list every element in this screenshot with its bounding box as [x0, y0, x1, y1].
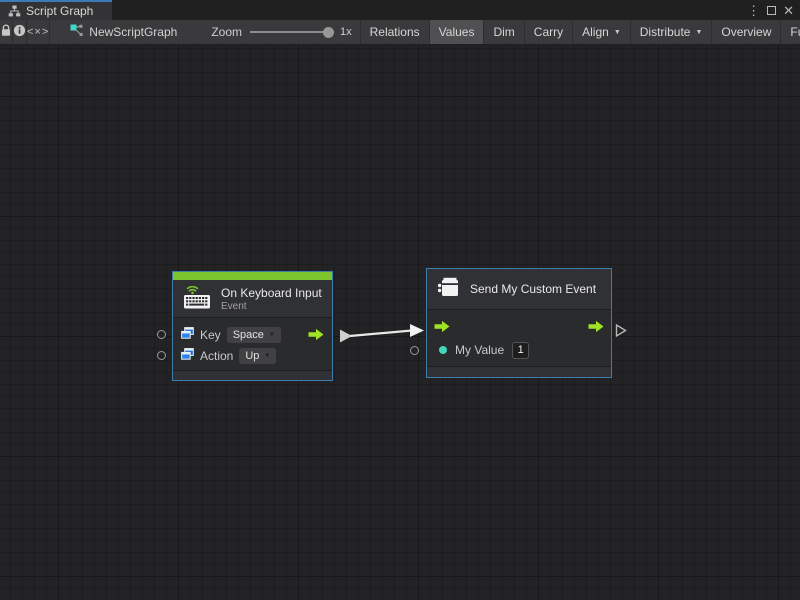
- node-send-my-custom-event[interactable]: Send My Custom Event My Value 1: [426, 268, 612, 378]
- script-graph-window: Script Graph ⋮ ✕: [0, 0, 800, 600]
- zoom-value: 1x: [340, 26, 352, 38]
- close-icon[interactable]: ✕: [783, 4, 794, 17]
- chevron-down-icon: ▼: [695, 29, 702, 36]
- toolbar-button-values[interactable]: Values: [430, 20, 485, 44]
- port-label: Key: [200, 328, 221, 342]
- code-view-button[interactable]: <×>: [27, 20, 50, 44]
- toolbar-buttons: Relations Values Dim Carry Align ▼ Distr…: [360, 20, 800, 44]
- flow-connection-wire: [0, 45, 800, 600]
- zoom-label: Zoom: [211, 25, 242, 39]
- chevron-down-icon: ▼: [264, 353, 270, 359]
- window-controls: ⋮ ✕: [747, 0, 800, 20]
- tab-title: Script Graph: [26, 4, 93, 18]
- graph-name-label: NewScriptGraph: [89, 25, 177, 39]
- menu-icon[interactable]: ⋮: [747, 4, 760, 17]
- node-on-keyboard-input[interactable]: On Keyboard Input Event Key: [172, 271, 333, 381]
- object-type-icon: [181, 348, 194, 363]
- port-row-action: Action Up ▼: [173, 345, 332, 366]
- node-footer: [173, 370, 332, 380]
- input-port-circle-key[interactable]: [157, 330, 166, 339]
- graph-toolbar: <×> NewScriptGraph Zoom 1x Relations: [0, 20, 800, 45]
- node-header[interactable]: On Keyboard Input Event: [173, 280, 332, 318]
- tab-bar: Script Graph ⋮ ✕: [0, 0, 800, 20]
- dropdown-value: Up: [245, 350, 259, 362]
- graph-canvas[interactable]: On Keyboard Input Event Key: [0, 45, 800, 600]
- chevron-down-icon: ▼: [269, 332, 275, 338]
- zoom-slider-handle[interactable]: [323, 27, 334, 38]
- toolbar-button-dim[interactable]: Dim: [484, 20, 524, 44]
- zoom-slider[interactable]: [250, 26, 334, 38]
- graph-hierarchy-icon: [8, 5, 21, 17]
- toolbar-button-relations[interactable]: Relations: [361, 20, 430, 44]
- input-port-circle-action[interactable]: [157, 351, 166, 360]
- toolbar-button-label: Align: [582, 25, 609, 39]
- script-graph-asset-icon: [70, 24, 83, 40]
- toolbar-button-label: Distribute: [640, 25, 691, 39]
- port-row-key: Key Space ▼: [173, 324, 332, 345]
- flow-port-row: [427, 318, 611, 338]
- input-port-circle-my-value[interactable]: [410, 346, 419, 355]
- port-label: Action: [200, 349, 233, 363]
- flow-input-port[interactable]: [434, 320, 450, 336]
- lock-icon: [0, 24, 12, 40]
- node-body: My Value 1: [427, 310, 611, 366]
- flow-output-port[interactable]: [308, 328, 324, 341]
- tab-script-graph[interactable]: Script Graph: [0, 0, 112, 20]
- toolbar-button-fullscreen[interactable]: Full S: [781, 20, 800, 44]
- node-title: Send My Custom Event: [470, 282, 596, 296]
- dropdown-value: Space: [233, 329, 264, 341]
- toolbar-button-overview[interactable]: Overview: [712, 20, 781, 44]
- value-input-field[interactable]: 1: [512, 342, 529, 359]
- info-button[interactable]: [13, 20, 27, 44]
- node-title: On Keyboard Input: [221, 286, 322, 300]
- node-body: Key Space ▼: [173, 318, 332, 370]
- info-icon: [13, 24, 26, 40]
- toolbar-button-align[interactable]: Align ▼: [573, 20, 631, 44]
- lock-button[interactable]: [0, 20, 13, 44]
- chevron-down-icon: ▼: [614, 29, 621, 36]
- action-dropdown[interactable]: Up ▼: [239, 348, 276, 364]
- node-header[interactable]: Send My Custom Event: [427, 269, 611, 310]
- node-footer: [427, 366, 611, 377]
- wireless-keyboard-icon: [183, 286, 212, 312]
- port-label: My Value: [455, 343, 504, 357]
- object-type-icon: [181, 327, 194, 342]
- event-node-strip: [173, 272, 332, 280]
- graph-name-breadcrumb[interactable]: NewScriptGraph: [70, 20, 177, 44]
- zoom-slider-track: [250, 31, 334, 33]
- zoom-control: Zoom 1x: [211, 20, 359, 44]
- key-dropdown[interactable]: Space ▼: [227, 327, 281, 343]
- maximize-icon[interactable]: [767, 6, 776, 15]
- flow-output-triangle[interactable]: [615, 324, 627, 337]
- value-port-row: My Value 1: [427, 340, 611, 360]
- toolbar-button-distribute[interactable]: Distribute ▼: [631, 20, 713, 44]
- node-subtitle: Event: [221, 301, 322, 312]
- toolbar-button-carry[interactable]: Carry: [525, 20, 573, 44]
- custom-event-icon: [437, 277, 461, 302]
- value-port-dot[interactable]: [439, 346, 447, 354]
- flow-output-port[interactable]: [588, 320, 604, 336]
